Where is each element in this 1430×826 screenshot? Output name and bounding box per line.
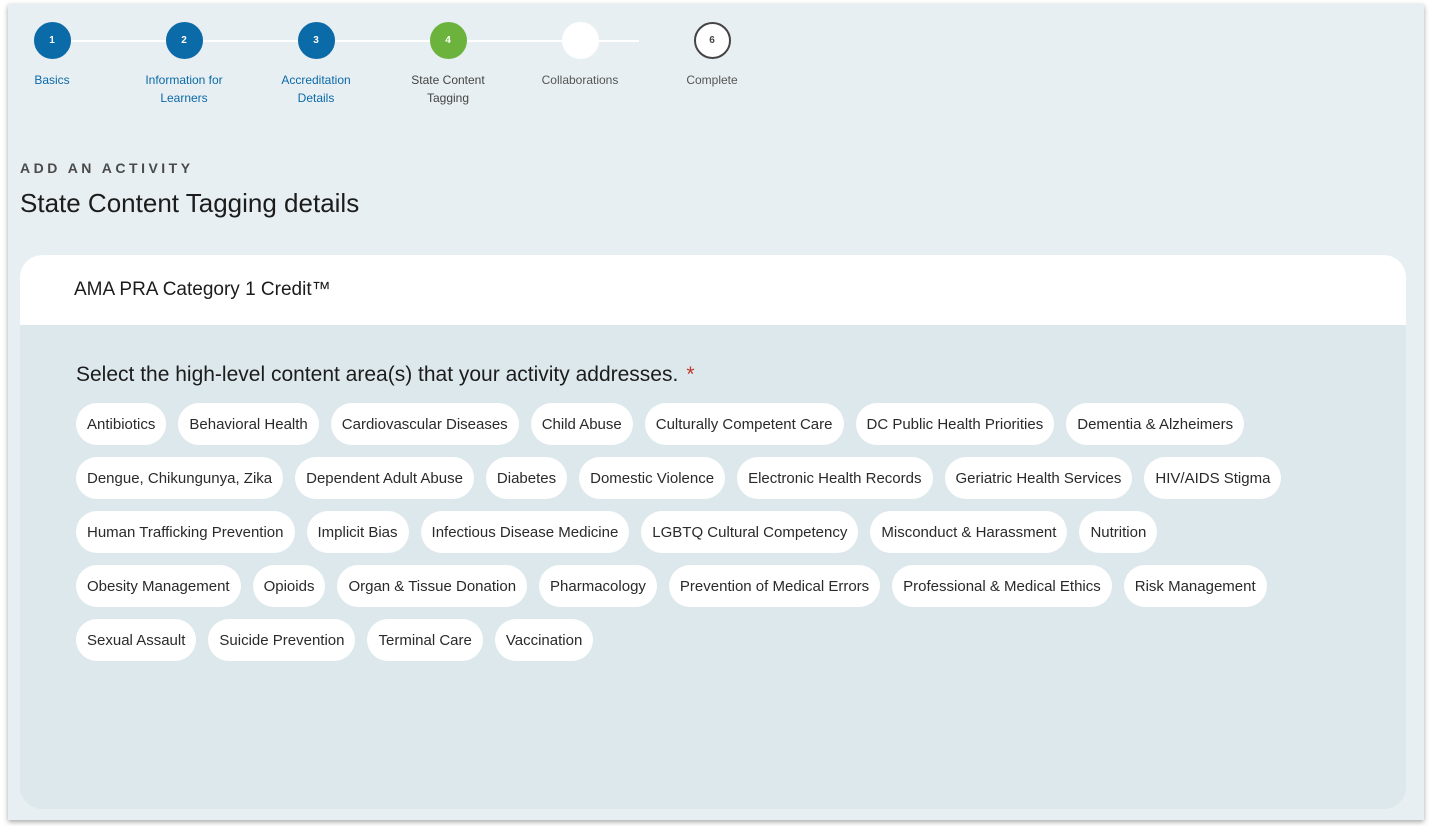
topic-chip[interactable]: Professional & Medical Ethics	[892, 565, 1112, 607]
topic-chip[interactable]: Misconduct & Harassment	[870, 511, 1068, 553]
page-eyebrow: ADD AN ACTIVITY	[20, 160, 194, 176]
topic-chip[interactable]: HIV/AIDS Stigma	[1144, 457, 1282, 499]
topic-chip[interactable]: Culturally Competent Care	[644, 403, 844, 445]
step-label: Accreditation Details	[281, 73, 351, 105]
topic-chip[interactable]: Opioids	[252, 565, 326, 607]
step-information-for-learners[interactable]: 2 Information for Learners	[134, 22, 234, 107]
step-label: State Content Tagging	[411, 73, 485, 105]
topic-chip[interactable]: Suicide Prevention	[208, 619, 356, 661]
topic-chip[interactable]: Sexual Assault	[76, 619, 197, 661]
step-number-circle: 5	[561, 22, 599, 59]
topic-chip[interactable]: Obesity Management	[76, 565, 241, 607]
page-frame: 1 Basics 2 Information for Learners 3 Ac…	[8, 4, 1424, 820]
topic-chip[interactable]: Nutrition	[1079, 511, 1158, 553]
topic-chip[interactable]: Risk Management	[1123, 565, 1267, 607]
topic-chip[interactable]: Organ & Tissue Donation	[337, 565, 528, 607]
progress-stepper: 1 Basics 2 Information for Learners 3 Ac…	[8, 4, 768, 114]
topic-chip[interactable]: Child Abuse	[530, 403, 633, 445]
step-label: Information for Learners	[145, 73, 223, 105]
card-body: Select the high-level content area(s) th…	[20, 325, 1406, 661]
step-number-circle: 1	[33, 22, 71, 59]
step-accreditation-details[interactable]: 3 Accreditation Details	[266, 22, 366, 107]
step-label: Basics	[34, 73, 70, 87]
step-number-circle: 3	[297, 22, 335, 59]
topic-chip[interactable]: LGBTQ Cultural Competency	[641, 511, 859, 553]
step-basics[interactable]: 1 Basics	[8, 22, 102, 89]
credit-card: AMA PRA Category 1 Credit™ Select the hi…	[20, 255, 1406, 809]
topic-chip[interactable]: Dependent Adult Abuse	[295, 457, 474, 499]
topic-chip[interactable]: Vaccination	[494, 619, 594, 661]
topic-chip[interactable]: Terminal Care	[367, 619, 483, 661]
step-collaborations: 5 Collaborations	[530, 22, 630, 89]
step-number-circle: 4	[429, 22, 467, 59]
topic-chip[interactable]: Human Trafficking Prevention	[76, 511, 295, 553]
step-number-circle: 2	[165, 22, 203, 59]
content-area-question: Select the high-level content area(s) th…	[76, 363, 1350, 387]
topic-chip[interactable]: Dengue, Chikungunya, Zika	[76, 457, 284, 499]
topic-chip[interactable]: DC Public Health Priorities	[855, 403, 1055, 445]
step-state-content-tagging[interactable]: 4 State Content Tagging	[398, 22, 498, 107]
required-indicator: *	[686, 363, 695, 386]
topic-chip[interactable]: Cardiovascular Diseases	[330, 403, 519, 445]
step-complete: 6 Complete	[662, 22, 762, 89]
topic-chip[interactable]: Behavioral Health	[178, 403, 319, 445]
question-text: Select the high-level content area(s) th…	[76, 363, 679, 386]
step-label: Collaborations	[541, 73, 619, 87]
topic-chip[interactable]: Domestic Violence	[579, 457, 726, 499]
topic-chip[interactable]: Pharmacology	[539, 565, 657, 607]
topic-chip[interactable]: Antibiotics	[76, 403, 167, 445]
topic-chip[interactable]: Electronic Health Records	[737, 457, 933, 499]
topic-chip-group: Antibiotics Behavioral Health Cardiovascul…	[76, 403, 1336, 661]
card-title: AMA PRA Category 1 Credit™	[20, 255, 1406, 325]
topic-chip[interactable]: Geriatric Health Services	[944, 457, 1133, 499]
topic-chip[interactable]: Diabetes	[485, 457, 568, 499]
step-number-circle: 6	[693, 22, 731, 59]
topic-chip[interactable]: Infectious Disease Medicine	[420, 511, 630, 553]
topic-chip[interactable]: Dementia & Alzheimers	[1066, 403, 1245, 445]
topic-chip[interactable]: Implicit Bias	[306, 511, 409, 553]
topic-chip[interactable]: Prevention of Medical Errors	[668, 565, 881, 607]
page-title: State Content Tagging details	[20, 188, 360, 218]
step-label: Complete	[686, 73, 738, 87]
